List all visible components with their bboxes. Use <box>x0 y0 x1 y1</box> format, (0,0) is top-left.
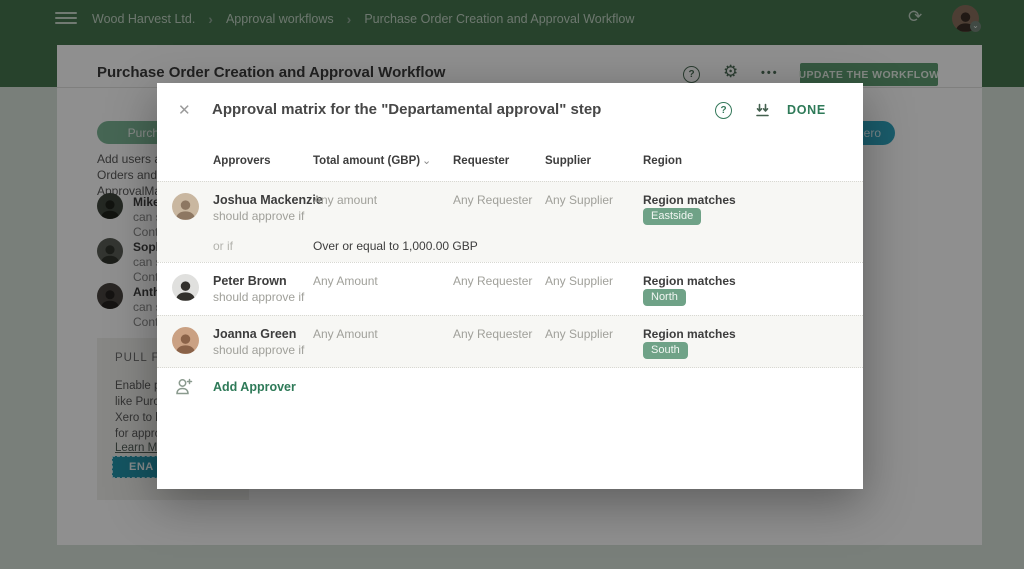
amount-rule-cell[interactable]: Any amount <box>313 193 377 207</box>
close-icon[interactable]: ✕ <box>178 101 191 119</box>
done-button[interactable]: DONE <box>787 103 826 117</box>
or-if-label: or if <box>213 239 233 253</box>
region-badge[interactable]: Eastside <box>643 208 701 225</box>
approver-condition-label: should approve if <box>213 209 304 223</box>
approver-condition-label: should approve if <box>213 343 304 357</box>
column-header-total-amount[interactable]: Total amount (GBP) <box>313 155 420 167</box>
column-header-region: Region <box>643 155 682 167</box>
region-badge[interactable]: South <box>643 342 688 359</box>
column-header-supplier: Supplier <box>545 155 591 167</box>
approval-matrix-modal: ✕ Approval matrix for the "Departamental… <box>157 83 863 489</box>
add-approver-button[interactable]: Add Approver <box>157 375 863 405</box>
supplier-rule-cell[interactable]: Any Supplier <box>545 327 613 341</box>
table-row: Joshua Mackenzie should approve if Any a… <box>157 181 863 262</box>
requester-rule-cell[interactable]: Any Requester <box>453 327 532 341</box>
region-badge[interactable]: North <box>643 289 686 306</box>
amount-rule-cell[interactable]: Over or equal to 1,000.00 GBP <box>313 239 478 253</box>
region-rule-label: Region matches <box>643 327 736 341</box>
avatar <box>172 327 199 354</box>
approver-name: Joanna Green <box>213 327 296 341</box>
modal-title: Approval matrix for the "Departamental a… <box>212 101 601 118</box>
approver-name: Peter Brown <box>213 274 287 288</box>
person-add-icon <box>174 376 195 397</box>
amount-rule-cell[interactable]: Any Amount <box>313 274 378 288</box>
table-row: Peter Brown should approve if Any Amount… <box>157 262 863 315</box>
table-row: Joanna Green should approve if Any Amoun… <box>157 315 863 368</box>
approver-condition-label: should approve if <box>213 290 304 304</box>
column-header-approvers: Approvers <box>213 155 271 167</box>
avatar <box>172 274 199 301</box>
requester-rule-cell[interactable]: Any Requester <box>453 274 532 288</box>
approver-name: Joshua Mackenzie <box>213 193 323 207</box>
help-icon[interactable]: ? <box>715 102 732 119</box>
add-approver-label: Add Approver <box>213 380 296 394</box>
region-rule-label: Region matches <box>643 193 736 207</box>
supplier-rule-cell[interactable]: Any Supplier <box>545 193 613 207</box>
requester-rule-cell[interactable]: Any Requester <box>453 193 532 207</box>
region-rule-label: Region matches <box>643 274 736 288</box>
column-header-requester: Requester <box>453 155 509 167</box>
amount-rule-cell[interactable]: Any Amount <box>313 327 378 341</box>
sort-chevron-icon[interactable]: ⌄ <box>422 154 431 167</box>
avatar <box>172 193 199 220</box>
supplier-rule-cell[interactable]: Any Supplier <box>545 274 613 288</box>
screen: Wood Harvest Ltd. › Approval workflows ›… <box>0 0 1024 569</box>
export-icon[interactable] <box>754 102 771 119</box>
